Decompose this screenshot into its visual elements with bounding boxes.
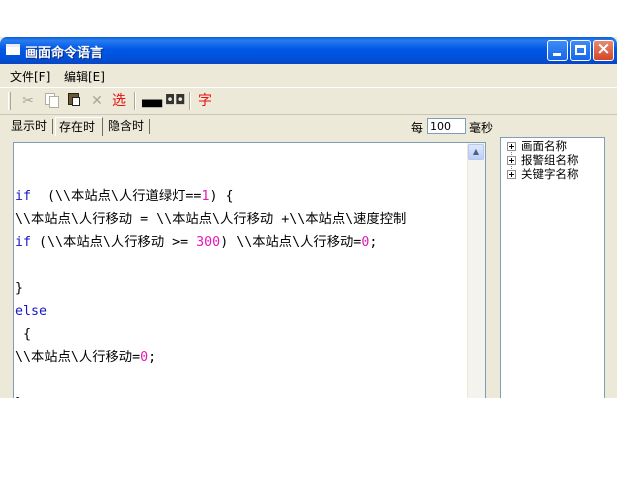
code-token: ; [369,235,378,250]
window-icon [6,44,20,55]
tree-item-keyword-names[interactable]: 关键字名称 [507,167,579,181]
expand-icon[interactable] [507,142,516,151]
close-icon: × [596,39,611,59]
command-language-window: 画面命令语言 × 文件[F] 编辑[E] ✂ ✕ 选 ▄▄ ◘◘ 字 显示时 存… [0,37,617,398]
code-token: ; [148,350,157,365]
code-token: { [15,327,32,342]
tab-while-exist[interactable]: 存在时 [55,117,103,136]
vertical-scrollbar[interactable]: ▲ [467,143,485,398]
trigger-tabs: 显示时 存在时 隐含时 每 毫秒 [0,117,617,137]
code-keyword: if [15,235,32,250]
code-number: 0 [140,350,149,365]
title-bar[interactable]: 画面命令语言 × [0,37,617,64]
scissors-icon[interactable]: ✂ [20,92,36,110]
menu-edit[interactable]: 编辑[E] [64,68,105,85]
interval-input[interactable] [427,118,466,134]
code-line[interactable]: if (\\本站点\人行移动 >= 300) \\本站点\人行移动=0; [15,231,406,254]
font-button[interactable]: 字 [196,92,214,110]
menu-file[interactable]: 文件[F] [10,68,50,85]
code-line[interactable]: \\本站点\人行移动 = \\本站点\人行移动 +\\本站点\速度控制 [15,208,406,231]
tab-on-show[interactable]: 显示时 [8,117,50,136]
code-token: \\本站点\人行移动= [15,350,141,365]
binoculars-icon[interactable]: ▄▄ [142,92,162,110]
toolbar: ✂ ✕ 选 ▄▄ ◘◘ 字 [0,87,617,115]
tab-divider [149,119,150,134]
copy-icon[interactable] [43,92,59,110]
code-line[interactable]: \\本站点\人行移动=0; [15,346,406,369]
paste-icon[interactable] [66,92,82,110]
code-token: } [15,396,23,398]
maximize-icon [575,45,586,55]
tab-on-hide[interactable]: 隐含时 [105,117,147,136]
tab-divider [52,119,53,134]
delete-icon[interactable]: ✕ [89,92,105,110]
window-title: 画面命令语言 [25,46,104,61]
minimize-button[interactable] [547,40,568,61]
tree-item-screen-names[interactable]: 画面名称 [507,139,567,153]
toolbar-grip[interactable] [8,92,11,110]
name-tree: 画面名称 报警组名称 关键字名称 [500,137,605,398]
interval-prefix: 每 [411,121,424,135]
menu-bar: 文件[F] 编辑[E] [0,65,617,85]
code-token: (\\本站点\人行移动 >= [31,235,197,250]
expand-icon[interactable] [507,170,516,179]
interval-unit: 毫秒 [469,121,494,135]
code-line[interactable]: } [15,392,406,398]
tree-item-alarm-group-names[interactable]: 报警组名称 [507,153,579,167]
code-line[interactable]: else [15,300,406,323]
close-button[interactable]: × [593,40,614,61]
code-keyword: if [15,189,32,204]
code-line[interactable]: if (\\本站点\人行道绿灯==1) { [15,185,406,208]
scroll-up-icon[interactable]: ▲ [468,144,484,160]
code-number: 300 [196,235,221,250]
code-token: } [15,281,24,296]
code-token: (\\本站点\人行道绿灯== [31,189,202,204]
code-line[interactable]: ​ [15,254,406,277]
code-line[interactable]: } [15,277,406,300]
code-keyword: else [15,304,48,319]
code-line[interactable]: ​ [15,369,406,392]
code-text[interactable]: if (\\本站点\人行道绿灯==1) { \\本站点\人行移动 = \\本站点\… [15,185,406,398]
code-token: ) { [209,189,234,204]
binoculars-replace-icon[interactable]: ◘◘ [165,92,186,110]
toolbar-separator [134,92,136,110]
code-token: \\本站点\人行移动 = \\本站点\人行移动 +\\本站点\速度控制 [15,212,407,227]
code-token: ) \\本站点\人行移动= [220,235,362,250]
expand-icon[interactable] [507,156,516,165]
minimize-icon [553,53,561,56]
code-line[interactable]: { [15,323,406,346]
select-button[interactable]: 选 [110,92,128,110]
maximize-button[interactable] [570,40,591,61]
toolbar-separator [189,92,191,110]
script-editor[interactable]: if (\\本站点\人行道绿灯==1) { \\本站点\人行移动 = \\本站点\… [13,142,486,398]
